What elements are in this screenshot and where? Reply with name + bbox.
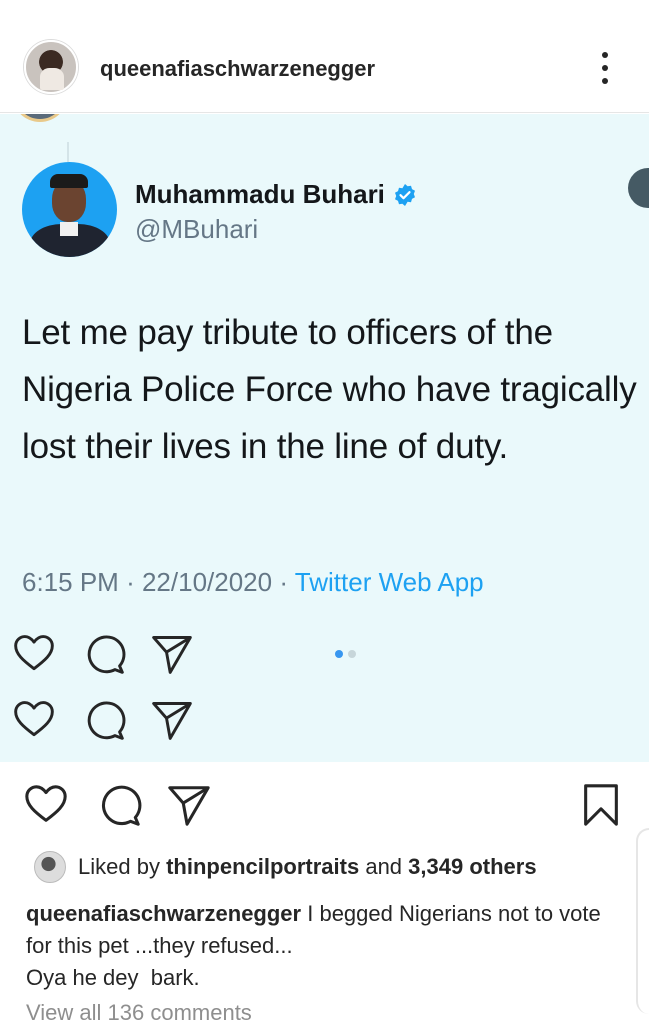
image-icon-row-1 xyxy=(12,632,212,676)
tweet-author-avatar xyxy=(22,162,117,257)
likes-row[interactable]: Liked by thinpencilportraits and 3,349 o… xyxy=(34,850,537,884)
image-icon-row-2 xyxy=(12,698,212,742)
send-icon xyxy=(152,636,192,674)
tweet-time: 6:15 PM xyxy=(22,567,119,597)
more-options-icon[interactable] xyxy=(596,50,614,86)
tweet-date: 22/10/2020 xyxy=(141,567,273,597)
send-icon[interactable] xyxy=(166,782,212,828)
tweet-author-name: Muhammadu Buhari xyxy=(135,179,385,209)
post-caption: queenafiaschwarzenegger I begged Nigeria… xyxy=(26,898,626,994)
tweet-text: Let me pay tribute to officers of the Ni… xyxy=(22,313,637,466)
carousel-dot xyxy=(348,650,356,658)
caption-username[interactable]: queenafiaschwarzenegger xyxy=(26,901,301,926)
tweet-meta: 6:15 PM · 22/10/2020 · Twitter Web App xyxy=(22,567,484,598)
comment-icon xyxy=(87,635,126,674)
heart-icon xyxy=(14,635,54,671)
post-username[interactable]: queenafiaschwarzenegger xyxy=(100,56,375,82)
edge-badge-icon xyxy=(628,168,649,208)
verified-badge-icon xyxy=(394,183,415,206)
carousel-dot-active xyxy=(335,650,343,658)
heart-icon[interactable] xyxy=(23,782,69,828)
send-icon xyxy=(152,702,192,740)
thread-line xyxy=(67,142,69,162)
bookmark-icon[interactable] xyxy=(578,782,624,828)
side-edge-panel xyxy=(636,828,649,1014)
carousel-dots xyxy=(335,650,356,658)
tweet-source: Twitter Web App xyxy=(294,567,484,597)
tweet-author-name-row: Muhammadu Buhari xyxy=(135,179,417,210)
heart-icon xyxy=(14,701,54,737)
liked-by-others[interactable]: 3,349 others xyxy=(408,854,536,880)
post-header: queenafiaschwarzenegger xyxy=(0,0,649,113)
liked-by-and: and xyxy=(365,854,403,879)
post-action-bar xyxy=(0,762,649,842)
liked-by-prefix: Liked by xyxy=(78,854,160,879)
view-comments-link[interactable]: View all 136 comments xyxy=(26,1000,252,1024)
post-image[interactable]: Muhammadu Buhari @MBuhari Let me pay tri… xyxy=(0,114,649,762)
tweet-author-handle: @MBuhari xyxy=(135,214,259,244)
liker-avatar xyxy=(34,851,66,883)
comment-icon[interactable] xyxy=(96,782,142,828)
comment-icon xyxy=(87,701,126,740)
liked-by-user[interactable]: thinpencilportraits xyxy=(166,854,359,880)
caption-text-line2: Oya he dey bark. xyxy=(26,965,200,990)
partial-avatar-image xyxy=(12,114,68,122)
meta-separator: · xyxy=(279,567,289,597)
profile-avatar[interactable] xyxy=(24,40,78,94)
meta-separator: · xyxy=(126,567,135,597)
